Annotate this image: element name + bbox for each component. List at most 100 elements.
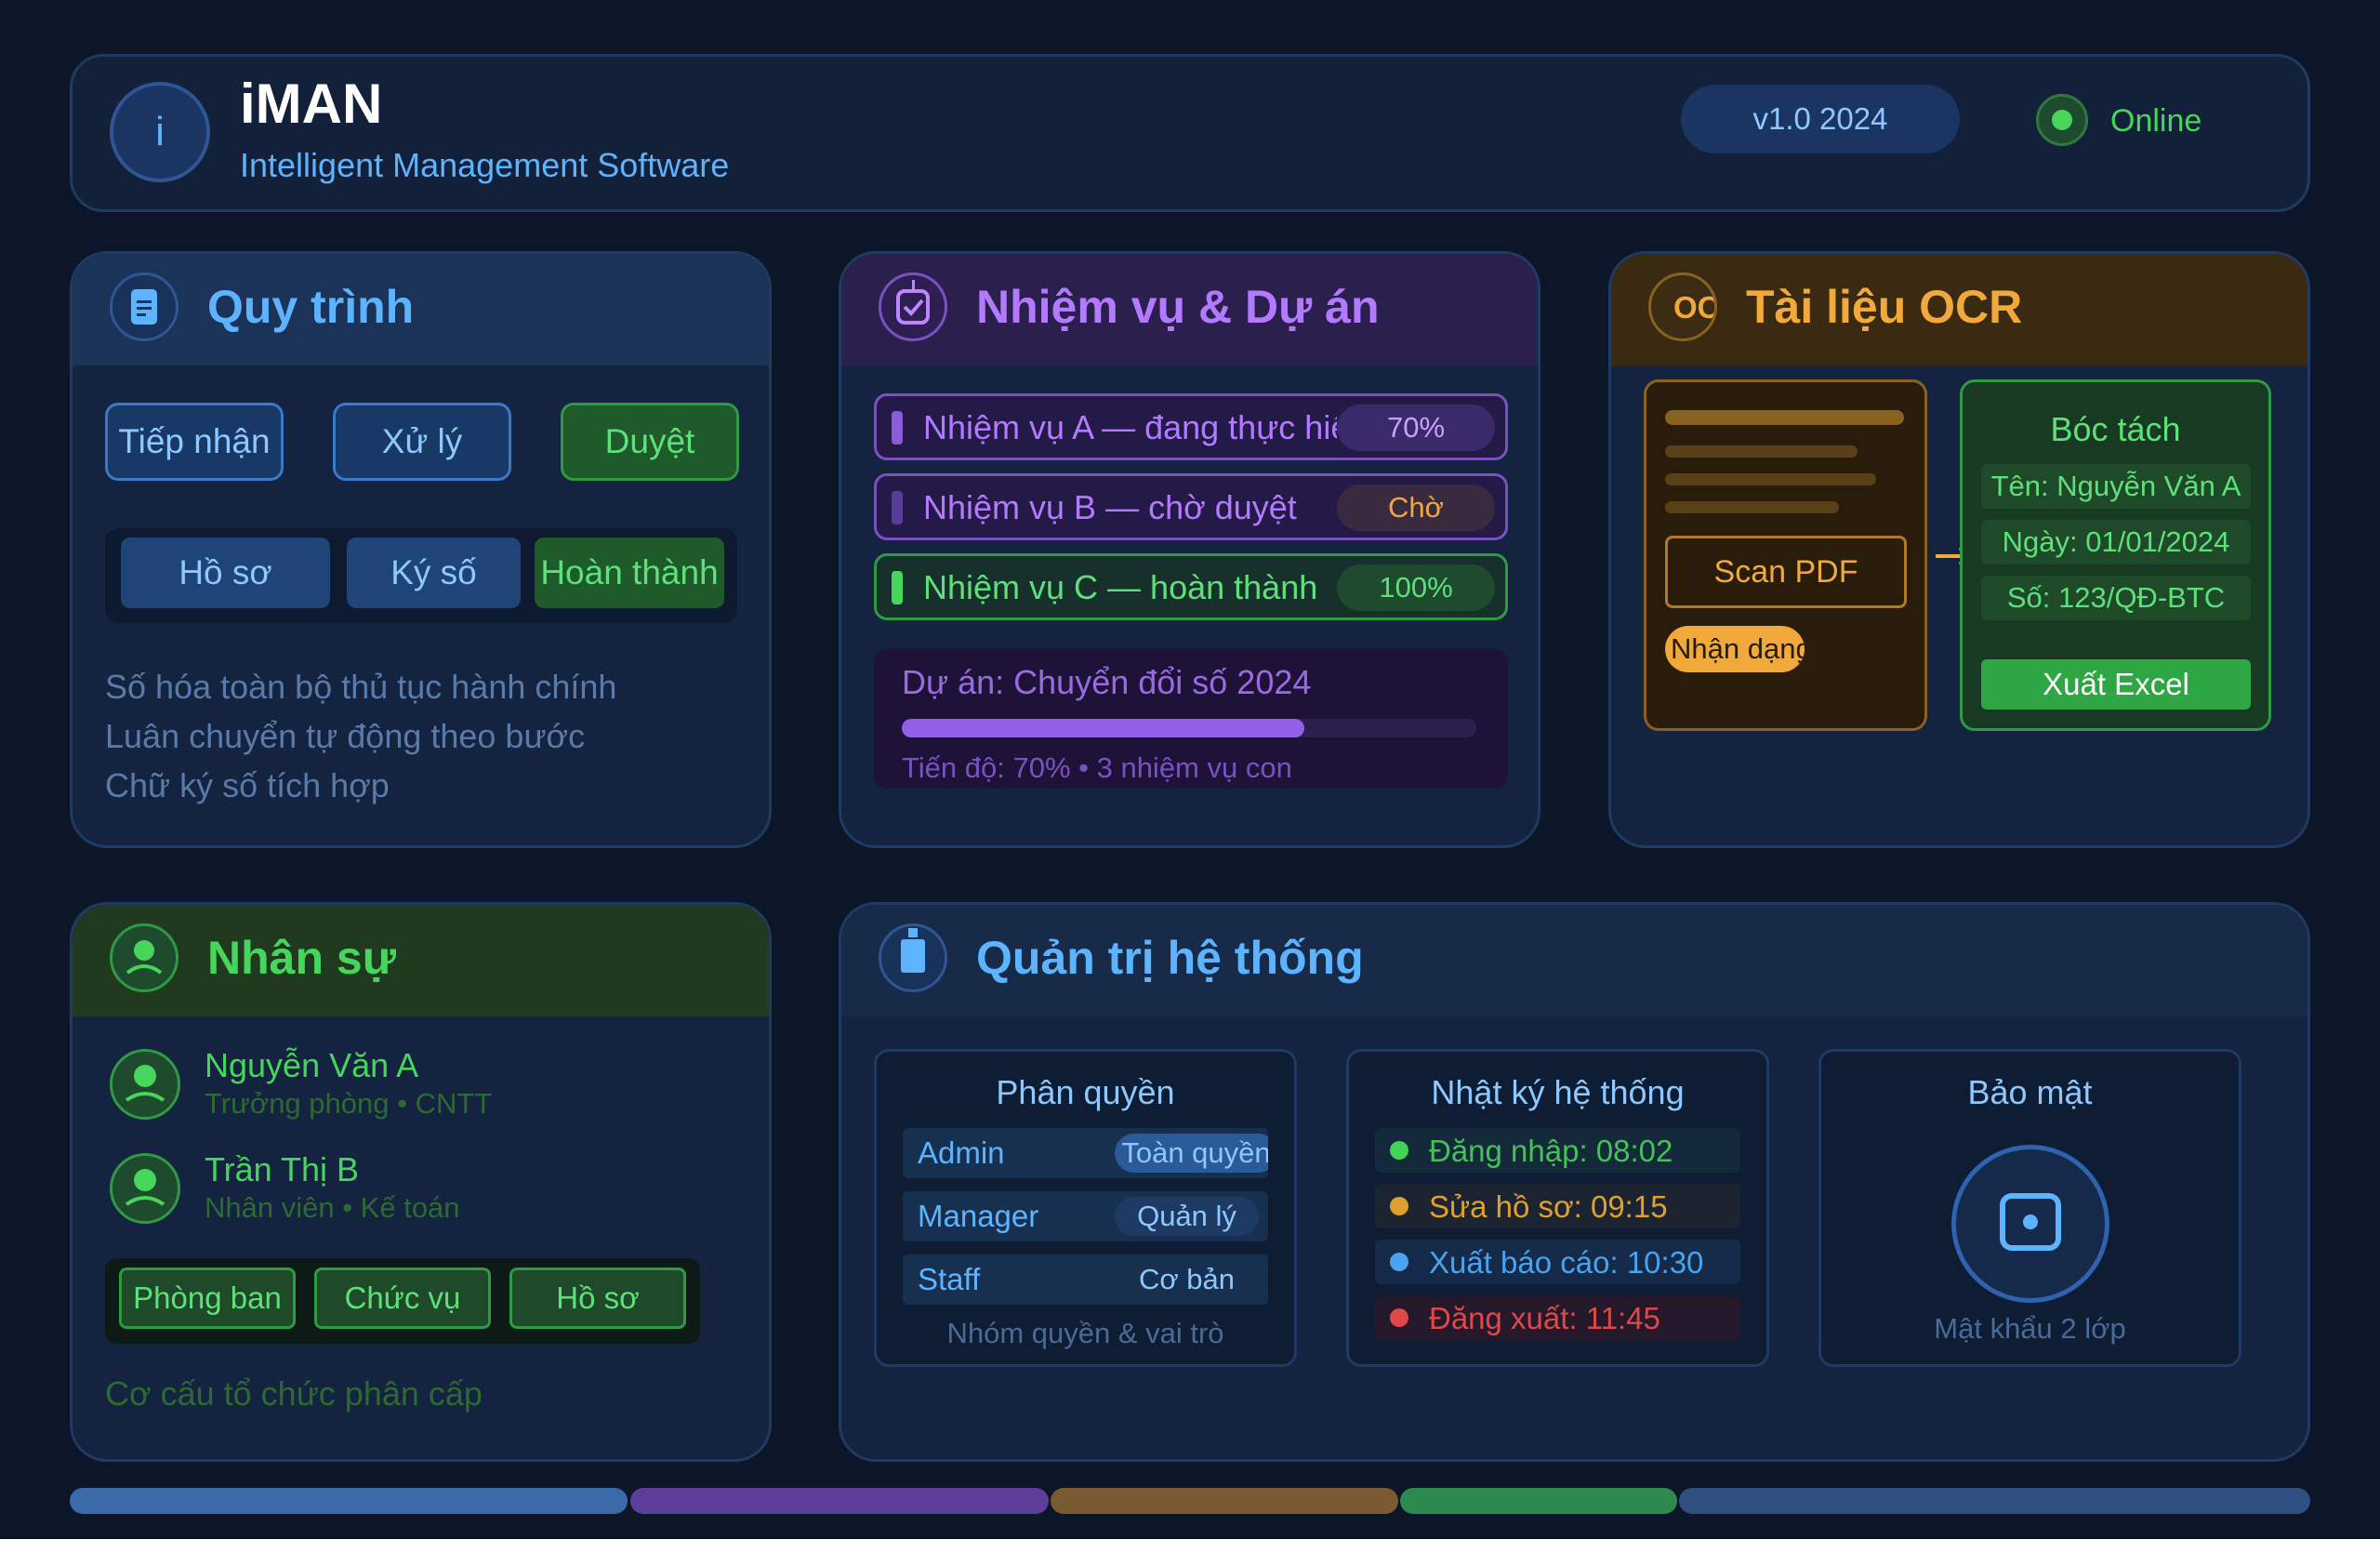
person-avatar-icon	[110, 1049, 180, 1120]
log-dot	[1390, 1308, 1408, 1327]
log-text: Sửa hồ sơ: 09:15	[1429, 1189, 1668, 1224]
app-window: i iMAN Intelligent Management Software v…	[0, 0, 2380, 1539]
permissions-caption: Nhóm quyền & vai trò	[946, 1317, 1224, 1349]
export-excel-button[interactable]: Xuất Excel	[1981, 659, 2251, 710]
scan-pdf-button[interactable]: Scan PDF	[1665, 536, 1907, 608]
footer-bar-blue	[70, 1488, 628, 1514]
log-dot	[1390, 1197, 1408, 1215]
online-status-label: Online	[2110, 103, 2202, 139]
task-indicator	[892, 571, 903, 604]
recognize-badge: Nhận dạng	[1665, 626, 1805, 672]
permission-level: Cơ bản	[1115, 1260, 1259, 1299]
permissions-card: Phân quyền Admin Toàn quyền Manager Quản…	[874, 1049, 1297, 1367]
doc-line	[1665, 410, 1904, 425]
task-badge: 70%	[1337, 405, 1495, 451]
system-log-card: Nhật ký hệ thống Đăng nhập: 08:02 Sửa hồ…	[1346, 1049, 1769, 1367]
hr-footer: Cơ cấu tổ chức phân cấp	[105, 1374, 483, 1413]
tasks-title: Nhiệm vụ & Dự án	[976, 281, 1380, 333]
permission-role: Manager	[918, 1199, 1039, 1233]
log-entry: Xuất báo cáo: 10:30	[1375, 1240, 1740, 1284]
log-entry: Đăng nhập: 08:02	[1375, 1128, 1740, 1173]
logo-icon: i	[110, 82, 210, 182]
tasks-panel: Nhiệm vụ & Dự án Nhiệm vụ A — đang thực …	[839, 251, 1540, 848]
person-role: Nhân viên • Kế toán	[205, 1191, 460, 1224]
tab-profiles[interactable]: Hồ sơ	[509, 1268, 686, 1329]
ocr-panel: OCR Tài liệu OCR Scan PDF Nhận dạng Bóc …	[1608, 251, 2310, 848]
doc-line	[1665, 473, 1876, 485]
tab-completed[interactable]: Hoàn thành	[535, 538, 724, 608]
app-title: iMAN	[240, 73, 383, 135]
project-caption: Tiến độ: 70% • 3 nhiệm vụ con	[902, 751, 1292, 784]
log-text: Đăng nhập: 08:02	[1429, 1134, 1673, 1168]
ocr-icon: OCR	[1648, 272, 1717, 341]
permission-row[interactable]: Staff Cơ bản	[903, 1254, 1268, 1305]
extract-card: Bóc tách Tên: Nguyễn Văn A Ngày: 01/01/2…	[1960, 379, 2271, 731]
tab-departments[interactable]: Phòng ban	[119, 1268, 296, 1329]
permission-level: Quản lý	[1115, 1197, 1259, 1236]
footer-bar-green	[1400, 1488, 1677, 1514]
security-title: Bảo mật	[1967, 1073, 2093, 1111]
person-name: Trần Thị B	[205, 1150, 360, 1188]
security-card: Bảo mật Mật khẩu 2 lớp	[1818, 1049, 2241, 1367]
log-dot	[1390, 1141, 1408, 1160]
extract-field: Tên: Nguyễn Văn A	[1981, 464, 2251, 509]
ocr-title: Tài liệu OCR	[1746, 281, 2023, 333]
ocr-icon-text: OCR	[1673, 290, 1714, 325]
tab-records[interactable]: Hồ sơ	[121, 538, 330, 608]
step-process-button[interactable]: Xử lý	[333, 403, 511, 481]
app-subtitle: Intelligent Management Software	[240, 146, 730, 184]
task-label: Nhiệm vụ B — chờ duyệt	[923, 488, 1297, 526]
task-check-icon	[879, 272, 947, 341]
person-name: Nguyễn Văn A	[205, 1046, 419, 1084]
extract-field: Ngày: 01/01/2024	[1981, 520, 2251, 564]
person-avatar-icon	[110, 1153, 180, 1224]
project-card: Dự án: Chuyển đổi số 2024 Tiến độ: 70% •…	[874, 649, 1508, 789]
person-role: Trưởng phòng • CNTT	[205, 1087, 493, 1120]
task-badge: 100%	[1337, 564, 1495, 611]
recognize-label: Nhận dạng	[1671, 632, 1805, 665]
log-entry: Đăng xuất: 11:45	[1375, 1295, 1740, 1340]
document-icon	[110, 272, 178, 341]
task-item[interactable]: Nhiệm vụ A — đang thực hiện 70%	[874, 393, 1508, 460]
permission-role: Admin	[918, 1135, 1005, 1170]
tab-positions[interactable]: Chức vụ	[314, 1268, 491, 1329]
admin-tool-icon	[879, 923, 947, 992]
permission-row[interactable]: Manager Quản lý	[903, 1191, 1268, 1241]
scanned-document: Scan PDF Nhận dạng	[1644, 379, 1927, 731]
admin-header: Quản trị hệ thống	[841, 905, 2307, 1016]
permission-row[interactable]: Admin Toàn quyền	[903, 1128, 1268, 1178]
task-indicator	[892, 491, 903, 524]
logo-letter: i	[155, 109, 165, 154]
doc-line	[1665, 445, 1858, 458]
workflow-feature: Số hóa toàn bộ thủ tục hành chính	[105, 668, 617, 706]
log-text: Đăng xuất: 11:45	[1429, 1301, 1660, 1335]
security-caption: Mật khẩu 2 lớp	[1934, 1312, 2126, 1345]
log-entry: Sửa hồ sơ: 09:15	[1375, 1184, 1740, 1228]
version-badge: v1.0 2024	[1681, 85, 1960, 153]
admin-panel: Quản trị hệ thống Phân quyền Admin Toàn …	[839, 902, 2310, 1462]
header-bar: i iMAN Intelligent Management Software v…	[70, 54, 2310, 212]
footer-bar-purple	[630, 1488, 1049, 1514]
extract-field: Số: 123/QĐ-BTC	[1981, 576, 2251, 620]
task-item[interactable]: Nhiệm vụ C — hoàn thành 100%	[874, 553, 1508, 620]
step-receive-button[interactable]: Tiếp nhận	[105, 403, 284, 481]
task-item[interactable]: Nhiệm vụ B — chờ duyệt Chờ	[874, 473, 1508, 540]
permissions-title: Phân quyền	[996, 1073, 1175, 1111]
task-indicator	[892, 411, 903, 445]
footer-bar-amber	[1051, 1488, 1398, 1514]
workflow-title: Quy trình	[207, 281, 415, 333]
project-title: Dự án: Chuyển đổi số 2024	[902, 663, 1312, 701]
user-icon	[110, 923, 178, 992]
system-log-title: Nhật ký hệ thống	[1431, 1073, 1685, 1111]
workflow-header: Quy trình	[73, 254, 769, 365]
workflow-feature: Chữ ký số tích hợp	[105, 766, 390, 804]
log-dot	[1390, 1253, 1408, 1271]
tab-digital-sign[interactable]: Ký số	[347, 538, 521, 608]
permission-role: Staff	[918, 1262, 981, 1296]
project-progress-track	[902, 719, 1476, 737]
workflow-panel: Quy trình Tiếp nhận Xử lý Duyệt Hồ sơ Ký…	[70, 251, 772, 848]
hr-title: Nhân sự	[207, 932, 396, 984]
workflow-feature: Luân chuyển tự động theo bước	[105, 717, 586, 755]
lock-icon[interactable]	[1951, 1145, 2109, 1303]
step-approve-button[interactable]: Duyệt	[561, 403, 739, 481]
